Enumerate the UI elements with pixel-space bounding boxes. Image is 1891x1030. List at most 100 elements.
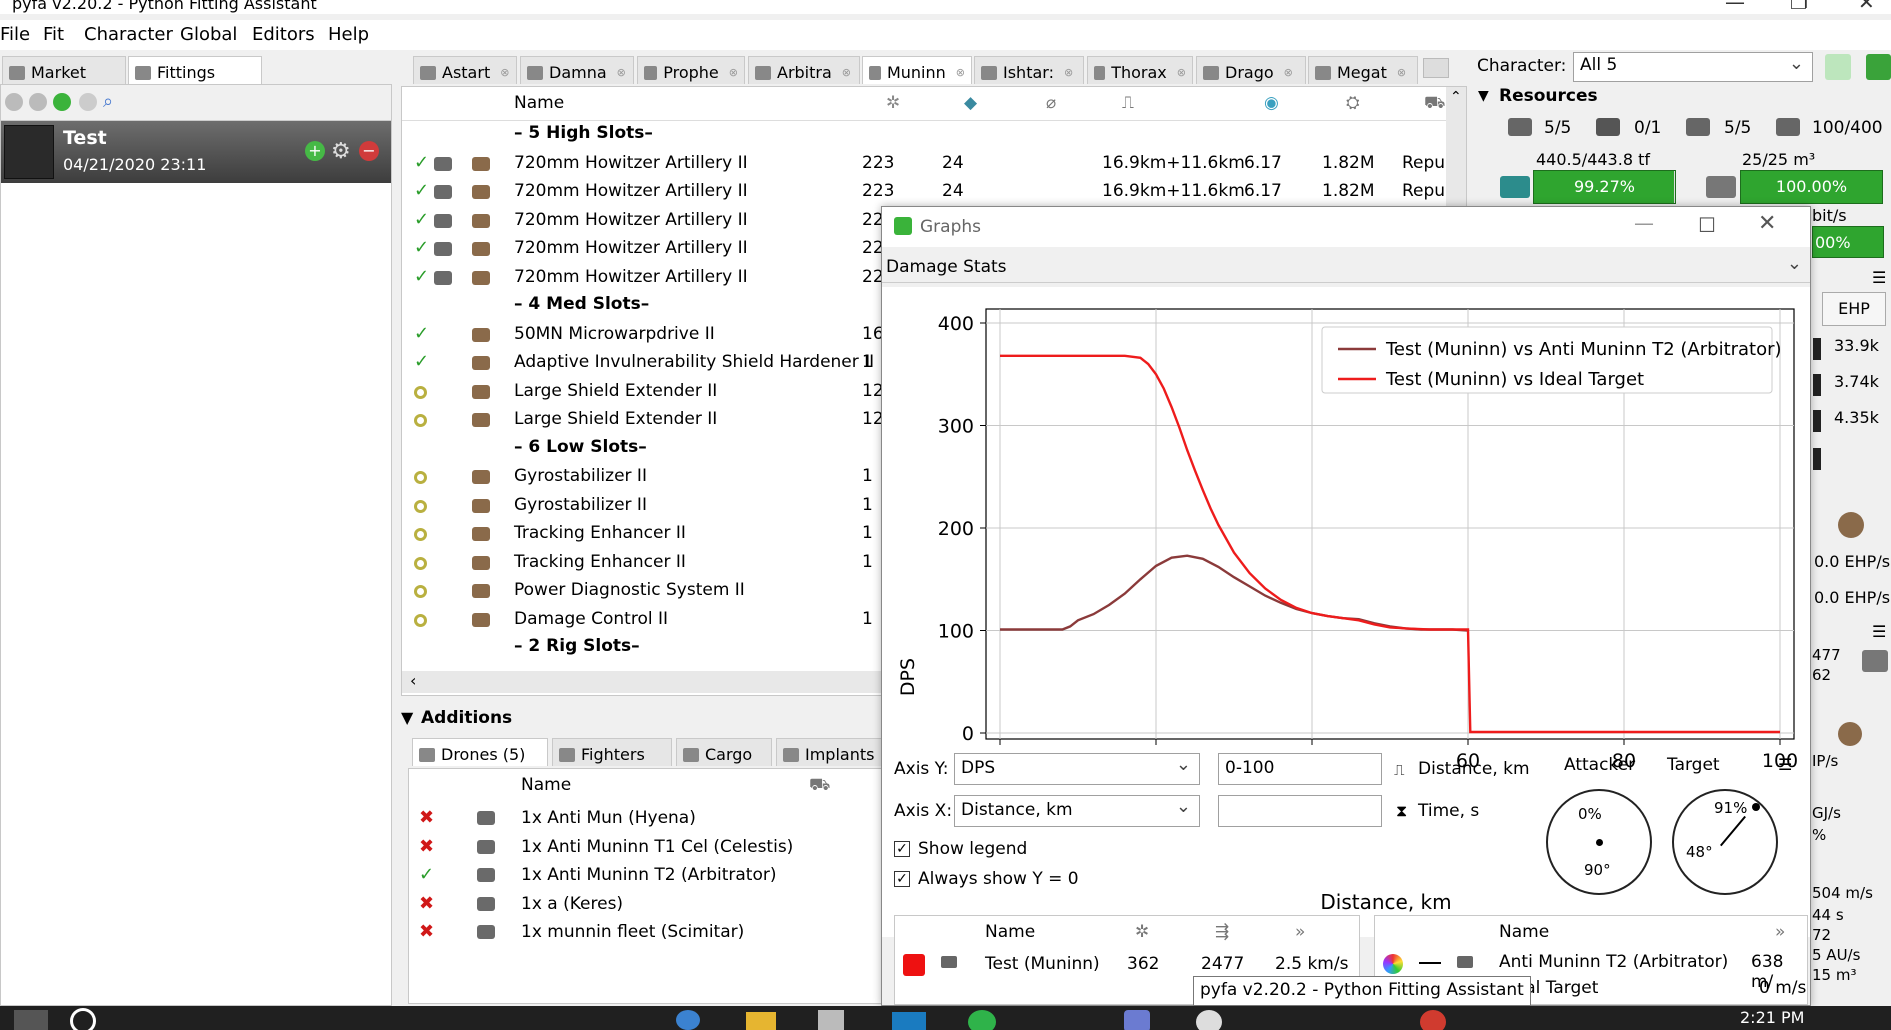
drones-name-header[interactable]: Name bbox=[521, 775, 571, 795]
close-tab-icon[interactable]: ⊗ bbox=[729, 66, 738, 79]
mail-icon[interactable] bbox=[892, 1012, 926, 1030]
always-show-y0-checkbox[interactable]: ✓ bbox=[894, 871, 910, 887]
maximize-icon[interactable]: ❐ bbox=[1790, 0, 1808, 14]
drone-row[interactable]: ✖ 1x a (Keres) bbox=[409, 891, 879, 919]
menu-fit[interactable]: Fit bbox=[43, 24, 64, 45]
graphs-close-icon[interactable]: ✕ bbox=[1758, 211, 1776, 236]
target-row-1[interactable]: Anti Muninn T2 (Arbitrator) 638 m/ bbox=[1375, 950, 1807, 992]
drone-row[interactable]: ✓ 1x Anti Muninn T2 (Arbitrator) bbox=[409, 862, 879, 890]
active-check-icon[interactable]: ✓ bbox=[414, 237, 429, 258]
dial-menu-icon[interactable]: ☰ bbox=[1778, 755, 1792, 774]
rewind-icon[interactable] bbox=[29, 93, 47, 111]
column-damage-icon[interactable]: ✲ bbox=[886, 93, 900, 113]
inactive-x-icon[interactable]: ✖ bbox=[419, 893, 434, 914]
add-icon[interactable] bbox=[53, 93, 71, 111]
close-tab-icon[interactable]: ⊗ bbox=[1177, 66, 1186, 79]
scroll-up-icon[interactable]: ⌃ bbox=[1450, 89, 1462, 105]
ehp-button[interactable]: EHP bbox=[1822, 292, 1886, 326]
graphs-maximize-icon[interactable]: ☐ bbox=[1698, 213, 1716, 237]
attackers-col-icon-2[interactable]: ⇶ bbox=[1215, 922, 1229, 942]
active-check-icon[interactable]: ✓ bbox=[414, 209, 429, 230]
attacker-color-swatch[interactable] bbox=[903, 954, 925, 976]
menu-global[interactable]: Global bbox=[180, 24, 237, 45]
store-icon[interactable] bbox=[818, 1010, 844, 1030]
drones-column-icon[interactable]: ⛟ bbox=[809, 775, 830, 797]
time-input[interactable] bbox=[1218, 795, 1382, 827]
additions-tab-3[interactable]: Implants bbox=[776, 738, 886, 766]
menu-lines-icon-2[interactable]: ☰ bbox=[1872, 622, 1886, 641]
active-check-icon[interactable]: ✓ bbox=[414, 152, 429, 173]
search-taskbar-icon[interactable] bbox=[70, 1008, 96, 1030]
discord-icon[interactable] bbox=[1124, 1010, 1150, 1030]
active-check-icon[interactable]: ✓ bbox=[414, 351, 429, 372]
fit-item[interactable]: Test 04/21/2020 23:11 + ⚙ − bbox=[1, 121, 391, 183]
close-tab-icon[interactable]: ⊗ bbox=[842, 66, 851, 79]
new-tab-icon[interactable] bbox=[1423, 58, 1449, 78]
graph-type-select[interactable]: Damage Stats bbox=[882, 253, 1810, 283]
targets-name-header[interactable]: Name bbox=[1499, 922, 1549, 942]
axis-x-select[interactable]: Distance, km bbox=[954, 795, 1200, 827]
module-row[interactable]: ✓ 720mm Howitzer Artillery II 223 24 16.9km+… bbox=[402, 178, 1445, 206]
column-cpu-icon[interactable]: ◆ bbox=[964, 93, 977, 113]
column-rof-icon[interactable]: ◉ bbox=[1264, 93, 1279, 113]
menu-help[interactable]: Help bbox=[328, 24, 369, 45]
active-check-icon[interactable]: ✓ bbox=[419, 864, 434, 885]
targets-col-icon[interactable]: » bbox=[1775, 922, 1785, 942]
active-check-icon[interactable]: ✓ bbox=[414, 266, 429, 287]
fit-tab-3[interactable]: Arbitra ⊗ bbox=[748, 56, 860, 84]
tab-market[interactable]: Market bbox=[2, 56, 126, 84]
additions-tab-0[interactable]: Drones (5) bbox=[412, 738, 548, 766]
inactive-x-icon[interactable]: ✖ bbox=[419, 921, 434, 942]
online-state-icon[interactable] bbox=[414, 528, 427, 541]
drone-row[interactable]: ✖ 1x Anti Muninn T1 Cel (Celestis) bbox=[409, 834, 879, 862]
target-dial[interactable]: 91% 48° bbox=[1672, 789, 1778, 895]
close-tab-icon[interactable]: ⊗ bbox=[617, 66, 626, 79]
search-icon[interactable]: ⌕ bbox=[103, 91, 113, 112]
scroll-left-icon[interactable]: ‹ bbox=[410, 671, 416, 690]
module-row[interactable]: ✓ 720mm Howitzer Artillery II 223 24 16.9km+… bbox=[402, 150, 1445, 178]
character-edit-icon[interactable] bbox=[1866, 54, 1891, 80]
graphs-minimize-icon[interactable]: — bbox=[1634, 211, 1654, 235]
inactive-x-icon[interactable]: ✖ bbox=[419, 836, 434, 857]
add-fit-icon[interactable]: + bbox=[305, 141, 325, 161]
additions-tab-2[interactable]: Cargo bbox=[676, 738, 772, 766]
additions-collapse-icon[interactable]: ▼ bbox=[401, 708, 413, 727]
axis-y-select[interactable]: DPS bbox=[954, 753, 1200, 785]
close-tab-icon[interactable]: ⊗ bbox=[500, 66, 509, 79]
menu-lines-icon[interactable]: ☰ bbox=[1872, 268, 1886, 287]
back-icon[interactable] bbox=[5, 93, 23, 111]
spotify-icon[interactable] bbox=[968, 1010, 996, 1030]
menu-file[interactable]: File bbox=[0, 24, 30, 45]
online-state-icon[interactable] bbox=[414, 471, 427, 484]
refresh-icon[interactable] bbox=[1825, 54, 1851, 80]
tab-fittings[interactable]: Fittings bbox=[128, 56, 262, 84]
range-input[interactable]: 0-100 bbox=[1218, 753, 1382, 785]
column-range-icon[interactable]: ⎍ bbox=[1122, 93, 1134, 113]
attacker-dial[interactable]: 0% 90° bbox=[1546, 789, 1652, 895]
fit-tab-7[interactable]: Drago ⊗ bbox=[1196, 56, 1306, 84]
column-name-header[interactable]: Name bbox=[514, 93, 564, 113]
additions-tab-1[interactable]: Fighters bbox=[552, 738, 672, 766]
drone-row[interactable]: ✖ 1x Anti Mun (Hyena) bbox=[409, 805, 879, 833]
drone-row[interactable]: ✖ 1x munnin fleet (Scimitar) bbox=[409, 919, 879, 947]
character-select[interactable]: All 5 bbox=[1573, 52, 1813, 82]
app-icon[interactable] bbox=[1196, 1010, 1222, 1030]
column-price-icon[interactable]: ⛭ bbox=[1346, 93, 1360, 113]
active-check-icon[interactable]: ✓ bbox=[414, 180, 429, 201]
fit-tab-4[interactable]: Muninn ⊗ bbox=[862, 56, 972, 84]
attackers-col-icon-3[interactable]: » bbox=[1295, 922, 1305, 942]
folder-icon[interactable] bbox=[746, 1012, 776, 1030]
fit-tab-0[interactable]: Astart ⊗ bbox=[413, 56, 517, 84]
fit-tab-6[interactable]: Thorax ⊗ bbox=[1087, 56, 1193, 84]
online-state-icon[interactable] bbox=[414, 385, 427, 399]
online-state-icon[interactable] bbox=[414, 414, 427, 427]
fit-tab-1[interactable]: Damna ⊗ bbox=[520, 56, 634, 84]
target-color-icon[interactable] bbox=[1383, 954, 1403, 974]
close-tab-icon[interactable]: ⊗ bbox=[956, 66, 965, 79]
copy-icon[interactable] bbox=[79, 93, 97, 111]
target-line-style-icon[interactable] bbox=[1419, 962, 1441, 964]
minimize-icon[interactable]: — bbox=[1725, 0, 1745, 14]
start-icon[interactable] bbox=[14, 1010, 48, 1030]
menu-editors[interactable]: Editors bbox=[252, 24, 315, 45]
inactive-x-icon[interactable]: ✖ bbox=[419, 807, 434, 828]
